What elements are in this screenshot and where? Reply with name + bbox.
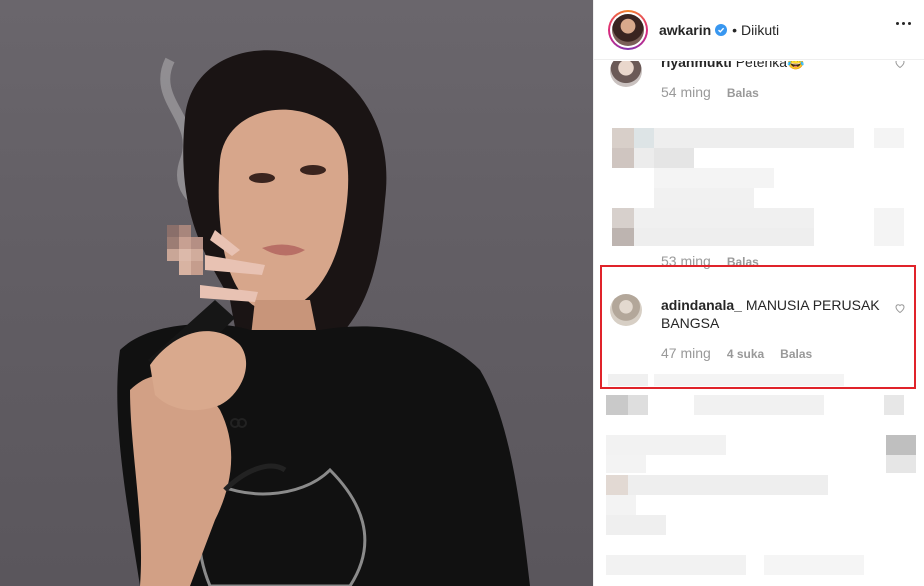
commenter-username[interactable]: adindanala_	[661, 297, 742, 313]
author-avatar[interactable]	[608, 9, 648, 50]
comments-list: riyanmukti Petenka😂 54 ming Balas 53 min…	[594, 61, 924, 586]
comment-text: adindanala_ MANUSIA PERUSAK BANGSA	[661, 296, 885, 332]
post-header: awkarin • Diikuti	[594, 0, 924, 60]
verified-badge-icon	[715, 23, 728, 36]
comment-meta: 54 ming Balas	[661, 84, 759, 100]
post-photo-illustration	[117, 50, 531, 586]
commenter-avatar[interactable]	[610, 294, 642, 326]
more-options-icon[interactable]	[896, 22, 911, 25]
comment-item: riyanmukti Petenka😂 54 ming Balas	[610, 61, 910, 115]
reply-button[interactable]: Balas	[727, 86, 759, 100]
comment-likes[interactable]: 4 suka	[727, 347, 764, 361]
post-photo[interactable]	[0, 0, 593, 586]
highlighted-comment: adindanala_ MANUSIA PERUSAK BANGSA 47 mi…	[610, 294, 910, 366]
like-heart-icon[interactable]	[894, 302, 906, 314]
commenter-username[interactable]: riyanmukti	[661, 61, 732, 70]
comment-time[interactable]: 53 ming	[661, 253, 711, 269]
reply-button[interactable]: Balas	[727, 255, 759, 269]
comment-time[interactable]: 54 ming	[661, 84, 711, 100]
comment-meta: 47 ming 4 suka Balas	[661, 345, 812, 361]
reply-button[interactable]: Balas	[780, 347, 812, 361]
comment-body: Petenka😂	[735, 61, 805, 70]
commenter-avatar[interactable]	[610, 61, 642, 87]
follow-status-button[interactable]: Diikuti	[741, 22, 779, 38]
like-heart-icon[interactable]	[894, 61, 906, 69]
comment-text: riyanmukti Petenka😂	[661, 61, 885, 71]
author-username[interactable]: awkarin	[659, 22, 711, 38]
comments-panel: awkarin • Diikuti riyanmukti Petenka😂 54…	[593, 0, 924, 586]
comment-time[interactable]: 47 ming	[661, 345, 711, 361]
header-separator: •	[732, 21, 738, 38]
comment-meta: 53 ming Balas	[661, 253, 759, 269]
